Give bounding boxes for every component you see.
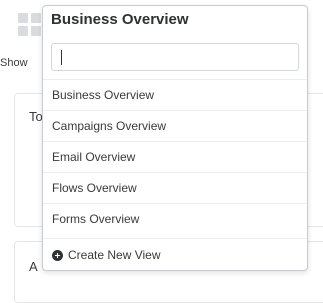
create-new-view-button[interactable]: Create New View <box>43 238 307 271</box>
card-title: A <box>29 259 38 274</box>
view-option-flows-overview[interactable]: Flows Overview <box>43 172 307 203</box>
view-option-forms-overview[interactable]: Forms Overview <box>43 203 307 234</box>
view-selector-dropdown: Business Overview Business Overview Camp… <box>42 5 308 271</box>
create-new-view-label: Create New View <box>68 248 161 262</box>
view-option-campaigns-overview[interactable]: Campaigns Overview <box>43 110 307 141</box>
text-cursor <box>61 50 62 65</box>
view-option-email-overview[interactable]: Email Overview <box>43 141 307 172</box>
view-list: Business Overview Campaigns Overview Ema… <box>43 79 307 234</box>
dropdown-title: Business Overview <box>51 11 189 28</box>
app-logo[interactable] <box>18 13 42 37</box>
card-title: To <box>29 109 43 124</box>
view-search-input[interactable] <box>51 43 299 71</box>
show-label: Show <box>0 57 28 69</box>
plus-circle-icon <box>52 249 63 261</box>
view-option-business-overview[interactable]: Business Overview <box>43 79 307 110</box>
